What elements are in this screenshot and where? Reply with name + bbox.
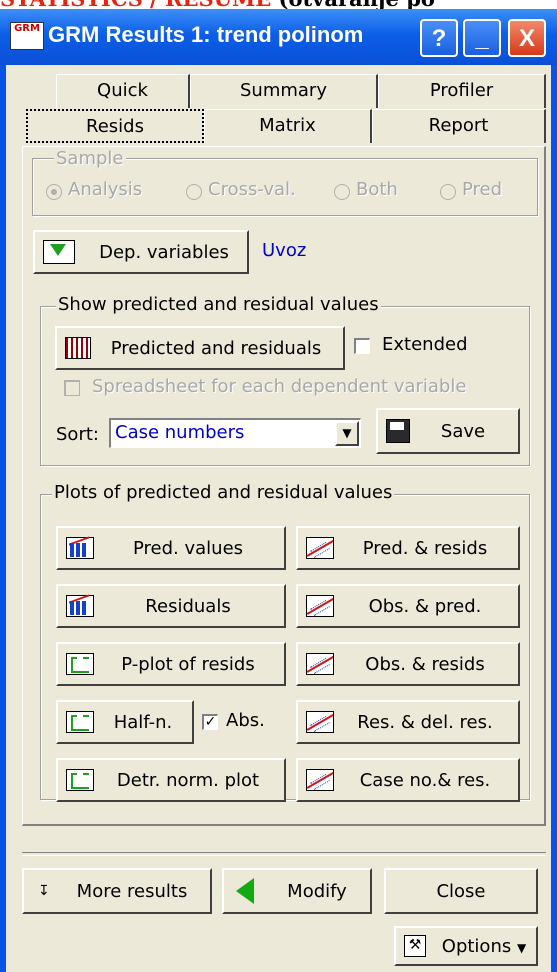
scatterplot-icon	[306, 711, 334, 733]
tab-quick[interactable]: Quick	[56, 74, 190, 108]
more-results-button[interactable]: ↧ More results	[22, 868, 212, 914]
tab-profiler[interactable]: Profiler	[378, 74, 546, 108]
pred-resids-label: Pred. & resids	[362, 537, 488, 559]
case-no-res-label: Case no.& res.	[359, 769, 491, 791]
document-header-strip: STATISTICS / RESUME (otvaranje po	[0, 0, 557, 9]
modify-button[interactable]: Modify	[222, 868, 372, 914]
save-button[interactable]: Save	[376, 408, 520, 454]
detrended-normal-plot-label: Detr. norm. plot	[116, 769, 260, 791]
sample-label-both: Both	[356, 179, 398, 200]
abs-label: Abs.	[226, 710, 265, 731]
predicted-and-residuals-button[interactable]: Predicted and residuals	[55, 326, 345, 370]
residuals-label: Residuals	[145, 595, 231, 617]
spreadsheet-each-dv-label: Spreadsheet for each dependent variable	[92, 376, 467, 397]
obs-resids-label: Obs. & resids	[365, 653, 485, 675]
pred-values-label: Pred. values	[132, 537, 244, 559]
detrended-normal-plot-button[interactable]: Detr. norm. plot	[56, 758, 286, 802]
scatterplot-icon	[306, 595, 334, 617]
chevron-down-icon[interactable]: ▼	[335, 421, 359, 446]
pred-resids-button[interactable]: Pred. & resids	[296, 526, 520, 570]
footer-divider	[22, 852, 546, 856]
dep-variables-button[interactable]: Dep. variables	[33, 230, 249, 274]
scatterplot-icon	[306, 537, 334, 559]
plots-group-label: Plots of predicted and residual values	[52, 482, 395, 503]
floppy-disk-icon	[386, 419, 410, 443]
help-button[interactable]: ?	[420, 19, 458, 57]
scatterplot-icon	[306, 769, 334, 791]
sample-label-pred: Pred	[462, 179, 503, 200]
scatterplot-icon	[306, 653, 334, 675]
close-label: Close	[436, 880, 486, 902]
tools-icon: ⚒	[404, 935, 426, 957]
options-button[interactable]: ⚒ Options ▼	[394, 926, 538, 966]
extended-checkbox[interactable]	[354, 338, 370, 354]
minimize-button[interactable]: _	[463, 19, 501, 57]
sample-label-analysis: Analysis	[68, 179, 143, 200]
options-label: Options ▼	[441, 935, 527, 957]
spreadsheet-icon	[65, 337, 91, 359]
obs-resids-button[interactable]: Obs. & resids	[296, 642, 520, 686]
half-normal-label: Half-n.	[113, 711, 173, 733]
modify-label: Modify	[287, 880, 347, 902]
tab-report[interactable]: Report	[372, 109, 546, 143]
tab-summary[interactable]: Summary	[190, 74, 378, 108]
sample-radio-crossval[interactable]	[186, 184, 202, 200]
tab-matrix[interactable]: Matrix	[204, 109, 372, 143]
sort-label: Sort:	[56, 424, 99, 445]
case-no-res-button[interactable]: Case no.& res.	[296, 758, 520, 802]
sample-group-label: Sample	[54, 148, 126, 169]
p-plot-resids-button[interactable]: P-plot of resids	[56, 642, 286, 686]
histogram-icon	[66, 595, 94, 617]
sample-label-crossval: Cross-val.	[208, 179, 296, 200]
histogram-icon	[66, 537, 94, 559]
abs-checkbox[interactable]: ✓	[202, 714, 218, 730]
predicted-group-label: Show predicted and residual values	[56, 294, 381, 315]
spreadsheet-each-dv-checkbox[interactable]	[64, 380, 80, 396]
probability-plot-icon	[66, 653, 94, 675]
res-del-res-label: Res. & del. res.	[357, 711, 493, 733]
probability-plot-icon	[66, 769, 94, 791]
predicted-and-residuals-label: Predicted and residuals	[110, 337, 322, 359]
sample-radio-analysis[interactable]	[46, 184, 62, 200]
sort-select[interactable]: Case numbers ▼	[109, 418, 361, 448]
app-icon[interactable]: GRM	[10, 22, 44, 50]
obs-pred-button[interactable]: Obs. & pred.	[296, 584, 520, 628]
obs-pred-label: Obs. & pred.	[368, 595, 482, 617]
close-window-button[interactable]: X	[508, 19, 546, 57]
dependent-variables-icon	[43, 240, 75, 264]
res-del-res-button[interactable]: Res. & del. res.	[296, 700, 520, 744]
dropdown-arrow-icon: ▼	[516, 940, 527, 955]
probability-plot-icon	[66, 711, 94, 733]
document-header-black: (otvaranje po	[279, 0, 435, 9]
more-results-label: More results	[76, 880, 188, 902]
document-header-red: STATISTICS / RESUME	[0, 0, 271, 9]
pred-values-button[interactable]: Pred. values	[56, 526, 286, 570]
sample-radio-pred[interactable]	[440, 184, 456, 200]
extended-label: Extended	[382, 334, 468, 355]
collapse-arrow-icon: ↧	[38, 883, 50, 899]
back-arrow-icon	[236, 878, 254, 904]
tab-resids[interactable]: Resids	[26, 109, 204, 143]
sample-radio-both[interactable]	[334, 184, 350, 200]
window-title: GRM Results 1: trend polinom	[48, 22, 364, 47]
dep-variables-label: Dep. variables	[99, 241, 229, 263]
dep-variable-value: Uvoz	[262, 240, 307, 261]
p-plot-resids-label: P-plot of resids	[121, 653, 255, 675]
save-button-label: Save	[440, 420, 486, 442]
sort-select-value: Case numbers	[115, 422, 245, 443]
close-button[interactable]: Close	[384, 868, 538, 914]
half-normal-button[interactable]: Half-n.	[56, 700, 194, 744]
residuals-button[interactable]: Residuals	[56, 584, 286, 628]
